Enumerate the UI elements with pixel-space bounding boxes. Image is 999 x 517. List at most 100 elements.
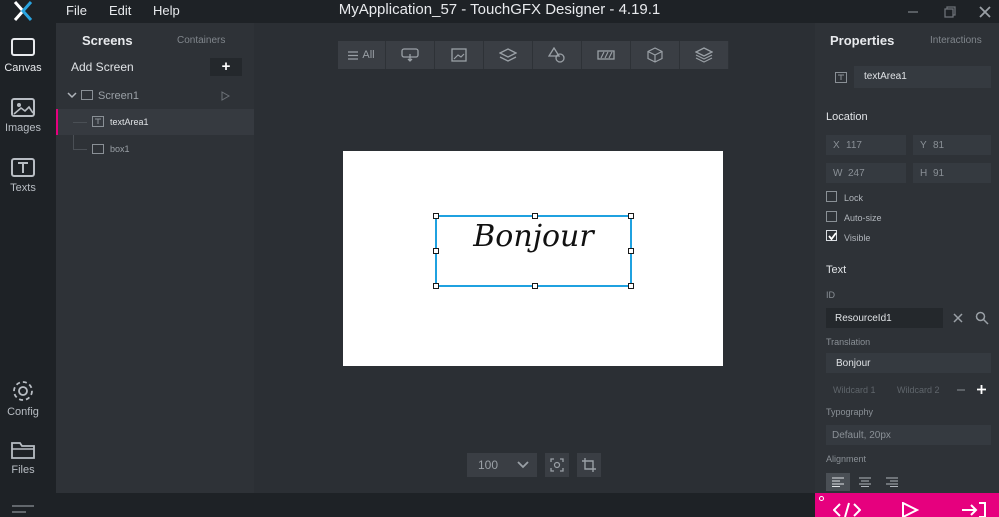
- w-label: W: [833, 168, 843, 179]
- close-icon: [979, 5, 991, 18]
- tab-screens[interactable]: Screens: [82, 33, 133, 48]
- filter-progress[interactable]: [582, 41, 631, 69]
- translation-input[interactable]: Bonjour: [826, 353, 991, 373]
- text-area-icon: [92, 116, 104, 127]
- widget-name-value: textArea1: [864, 71, 907, 82]
- close-button[interactable]: [970, 0, 999, 23]
- properties-panel: Properties Interactions textArea1 Locati…: [815, 23, 999, 493]
- filter-all-button[interactable]: All: [338, 41, 386, 69]
- location-section-title: Location: [826, 111, 868, 123]
- resize-handle-se[interactable]: [628, 283, 634, 289]
- resize-handle-ne[interactable]: [628, 213, 634, 219]
- screen-canvas[interactable]: Bonjour: [343, 151, 723, 366]
- nav-canvas-label: Canvas: [4, 62, 42, 74]
- nav-files[interactable]: Files: [0, 439, 46, 476]
- add-wildcard-icon[interactable]: [976, 384, 987, 395]
- text-area-icon: [835, 72, 847, 83]
- crop-button[interactable]: [577, 453, 601, 477]
- x-input[interactable]: X 117: [826, 135, 906, 155]
- tree-item-label: textArea1: [110, 117, 149, 127]
- visible-checkbox[interactable]: [826, 230, 837, 241]
- autosize-checkbox[interactable]: [826, 211, 837, 222]
- cube-icon: [647, 47, 663, 63]
- nav-config[interactable]: Config: [0, 379, 46, 418]
- resource-id-input[interactable]: ResourceId1: [826, 308, 943, 328]
- textarea1-widget[interactable]: Bonjour: [433, 213, 634, 289]
- align-center-button[interactable]: [853, 473, 877, 491]
- fit-to-screen-button[interactable]: [545, 453, 569, 477]
- align-left-button[interactable]: [826, 473, 850, 491]
- resize-handle-sw[interactable]: [433, 283, 439, 289]
- align-right-icon: [886, 477, 898, 487]
- filter-shapes[interactable]: [533, 41, 582, 69]
- touchgfx-designer-window: File Edit Help MyApplication_57 - TouchG…: [0, 0, 999, 517]
- run-simulator-icon[interactable]: [901, 502, 919, 517]
- widget-name-input[interactable]: textArea1: [854, 66, 991, 88]
- texts-icon: [11, 158, 35, 177]
- nav-images[interactable]: Images: [0, 97, 46, 134]
- add-screen-button[interactable]: +: [210, 58, 242, 76]
- tree-item-textarea1[interactable]: textArea1: [56, 109, 254, 135]
- visible-label: Visible: [844, 233, 871, 243]
- screens-panel: Screens Containers Add Screen + Screen1 …: [56, 23, 254, 493]
- text-section-title: Text: [826, 264, 847, 276]
- list-icon: [348, 50, 359, 60]
- x-label: X: [833, 140, 840, 151]
- y-input[interactable]: Y 81: [913, 135, 991, 155]
- filter-images[interactable]: [435, 41, 484, 69]
- typography-select[interactable]: Default, 20px: [826, 425, 991, 445]
- nav-config-label: Config: [7, 406, 39, 418]
- tree-branch: [73, 122, 87, 123]
- tab-properties[interactable]: Properties: [830, 33, 894, 48]
- chevron-down-icon[interactable]: [67, 91, 77, 99]
- title-bar: File Edit Help MyApplication_57 - TouchG…: [0, 0, 999, 23]
- y-label: Y: [920, 140, 927, 151]
- images-icon: [11, 98, 35, 117]
- run-target-icon[interactable]: [961, 502, 987, 517]
- minimize-button[interactable]: [898, 0, 928, 23]
- clear-id-icon[interactable]: [952, 312, 964, 324]
- resize-handle-n[interactable]: [532, 213, 538, 219]
- box-icon: [92, 144, 104, 154]
- filter-3d[interactable]: [631, 41, 680, 69]
- filter-misc[interactable]: [680, 41, 729, 69]
- search-icon[interactable]: [975, 311, 989, 325]
- tree-item-screen1[interactable]: Screen1: [56, 83, 254, 109]
- progress-icon: [597, 50, 615, 60]
- left-navigation: Canvas Images Texts Config Files: [0, 23, 56, 493]
- x-value: 117: [846, 140, 862, 151]
- resize-handle-nw[interactable]: [433, 213, 439, 219]
- nav-texts[interactable]: Texts: [0, 157, 46, 194]
- wildcard2-label: Wildcard 2: [897, 385, 940, 395]
- width-input[interactable]: W 247: [826, 163, 906, 183]
- touch-icon: [401, 48, 419, 62]
- menu-icon[interactable]: [12, 503, 34, 515]
- image-icon: [451, 48, 467, 62]
- generate-code-icon[interactable]: [833, 502, 861, 517]
- zoom-select[interactable]: 100: [467, 453, 537, 477]
- height-input[interactable]: H 91: [913, 163, 991, 183]
- remove-wildcard-icon[interactable]: [956, 385, 966, 395]
- resize-handle-w[interactable]: [433, 248, 439, 254]
- tree-item-box1[interactable]: box1: [56, 136, 254, 162]
- run-actions-bar: [815, 493, 999, 517]
- tree-item-label: box1: [110, 144, 130, 154]
- nav-canvas[interactable]: Canvas: [0, 37, 46, 74]
- textarea1-text: Bonjour: [473, 219, 594, 254]
- checkmark-icon: [828, 232, 837, 241]
- tab-interactions[interactable]: Interactions: [930, 35, 982, 46]
- lock-checkbox[interactable]: [826, 191, 837, 202]
- maximize-button[interactable]: [935, 0, 965, 23]
- typography-label: Typography: [826, 407, 874, 417]
- window-title: MyApplication_57 - TouchGFX Designer - 4…: [338, 1, 661, 18]
- status-dot-icon: [819, 496, 824, 501]
- filter-containers[interactable]: [484, 41, 533, 69]
- filter-buttons[interactable]: [386, 41, 435, 69]
- minimize-icon: [908, 10, 918, 13]
- resize-handle-e[interactable]: [628, 248, 634, 254]
- align-right-button[interactable]: [880, 473, 904, 491]
- play-icon[interactable]: [221, 91, 230, 101]
- alignment-label: Alignment: [826, 454, 867, 464]
- tab-containers[interactable]: Containers: [177, 35, 225, 46]
- resize-handle-s[interactable]: [532, 283, 538, 289]
